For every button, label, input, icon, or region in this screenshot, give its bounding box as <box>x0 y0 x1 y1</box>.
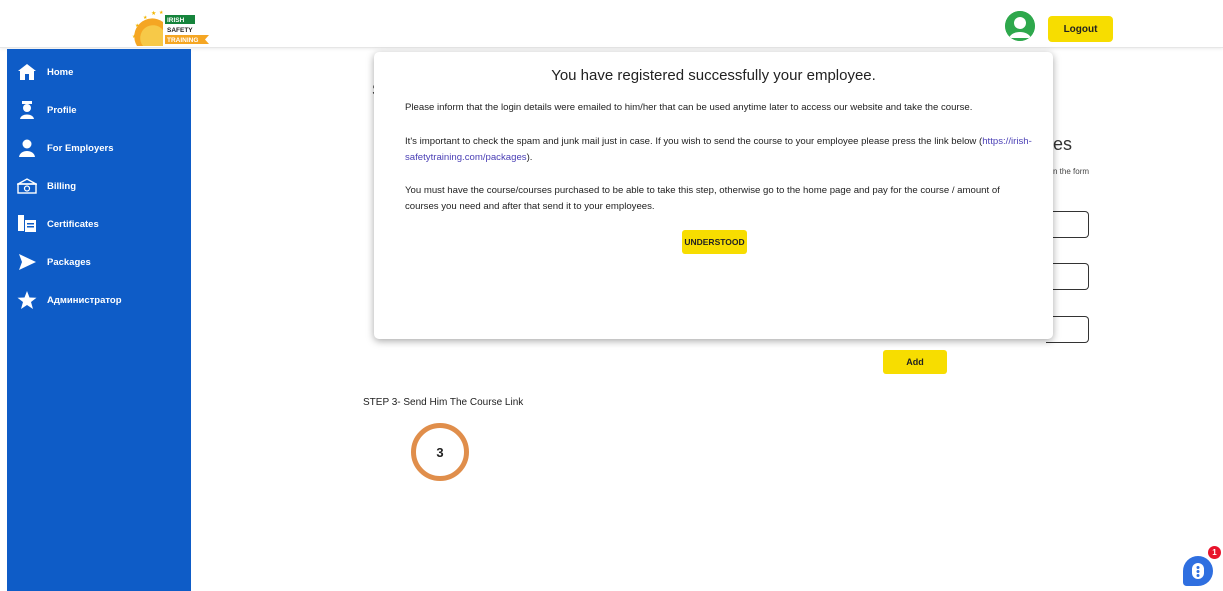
modal-paragraph-login-info: Please inform that the login details wer… <box>405 102 973 113</box>
person-icon <box>17 138 37 158</box>
sidebar-item-home[interactable]: Home <box>7 57 191 87</box>
chat-notification-badge: 1 <box>1208 546 1221 559</box>
modal-title: You have registered successfully your em… <box>551 67 876 84</box>
sidebar-item-label: Packages <box>47 256 91 268</box>
understood-button[interactable]: UNDERSTOOD <box>682 230 747 254</box>
user-profile-icon <box>17 100 37 120</box>
sidebar-item-certificates[interactable]: Certificates <box>7 209 191 239</box>
user-avatar-icon[interactable] <box>1005 11 1035 41</box>
sidebar-item-for-employers[interactable]: For Employers <box>7 133 191 163</box>
sidebar-item-profile[interactable]: Profile <box>7 95 191 125</box>
top-header: ★ ★ ★ ★ ★ IRISH SAFETY TRAINING Logout <box>0 0 1223 48</box>
step3-number-circle: 3 <box>411 423 469 481</box>
billing-icon <box>17 176 37 196</box>
logout-button[interactable]: Logout <box>1048 16 1113 42</box>
sidebar-item-label: For Employers <box>47 142 114 154</box>
sidebar: Home Profile For Employers Billing Certi… <box>7 49 191 591</box>
add-employee-button[interactable]: Add <box>883 350 947 374</box>
modal-paragraph-text: It's important to check the spam and jun… <box>405 136 983 147</box>
sidebar-item-administrator[interactable]: Администратор <box>7 285 191 315</box>
chat-icon[interactable] <box>1183 556 1213 586</box>
modal-paragraph-end: ). <box>526 152 533 163</box>
modal-paragraph-purchase-info: You must have the course/courses purchas… <box>405 185 1000 212</box>
irish-safety-training-logo[interactable]: ★ ★ ★ ★ ★ IRISH SAFETY TRAINING <box>129 8 209 46</box>
success-modal: You have registered successfully your em… <box>374 52 1053 339</box>
modal-paragraph-spam-info: It's important to check the spam and jun… <box>405 134 1035 166</box>
svg-text:TRAINING: TRAINING <box>167 37 198 44</box>
sidebar-item-label: Billing <box>47 180 77 192</box>
step3-label: STEP 3- Send Him The Course Link <box>363 397 524 408</box>
sidebar-item-label: Certificates <box>47 218 99 230</box>
star-icon <box>17 290 37 310</box>
certificate-icon <box>17 214 37 234</box>
sidebar-item-billing[interactable]: Billing <box>7 171 191 201</box>
step3-number: 3 <box>436 444 444 460</box>
sidebar-item-label: Home <box>47 66 74 78</box>
sidebar-item-label: Администратор <box>47 294 122 306</box>
svg-text:SAFETY: SAFETY <box>167 27 193 34</box>
home-icon <box>17 62 37 82</box>
sidebar-item-packages[interactable]: Packages <box>7 247 191 277</box>
svg-text:★: ★ <box>151 10 156 17</box>
svg-text:IRISH: IRISH <box>167 17 185 24</box>
arrow-right-icon <box>17 252 37 272</box>
form-note-fragment: n the form <box>1053 167 1090 176</box>
svg-text:★: ★ <box>159 10 164 16</box>
sidebar-item-label: Profile <box>47 104 77 116</box>
section-heading-fragment: es <box>1053 134 1073 154</box>
